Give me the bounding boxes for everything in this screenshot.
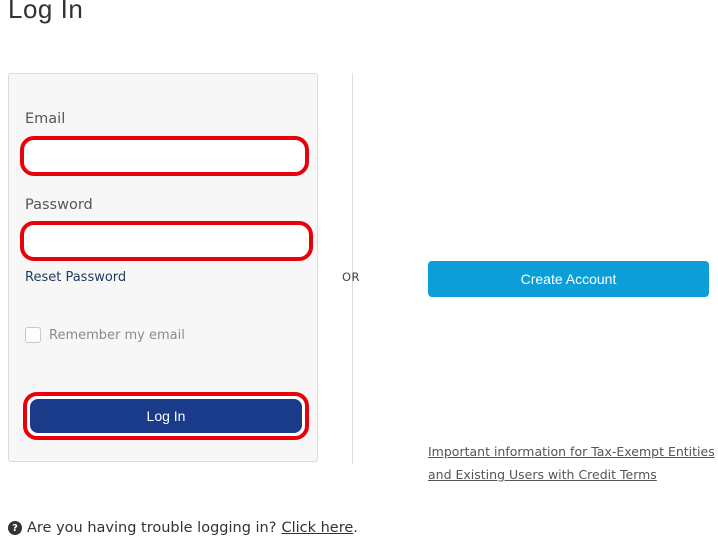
help-click-here-link[interactable]: Click here bbox=[281, 520, 353, 536]
email-input[interactable] bbox=[24, 140, 305, 172]
email-label: Email bbox=[25, 111, 66, 127]
login-help-text: Are you having trouble logging in? bbox=[27, 520, 277, 536]
create-account-button[interactable]: Create Account bbox=[428, 261, 709, 297]
question-circle-icon: ? bbox=[8, 521, 22, 535]
login-button-highlight: Log In bbox=[23, 392, 309, 440]
email-field-highlight bbox=[20, 136, 309, 176]
page-title: Log In bbox=[8, 0, 84, 24]
login-help-row: ? Are you having trouble logging in? Cli… bbox=[8, 520, 358, 536]
vertical-divider bbox=[352, 73, 353, 464]
login-button[interactable]: Log In bbox=[30, 399, 302, 433]
password-label: Password bbox=[25, 197, 93, 213]
tax-exempt-info-link[interactable]: Important information for Tax-Exempt Ent… bbox=[428, 440, 718, 486]
remember-email-label[interactable]: Remember my email bbox=[49, 328, 185, 343]
login-panel: Email Password Reset Password Remember m… bbox=[8, 73, 318, 462]
help-suffix: . bbox=[353, 520, 358, 536]
reset-password-link[interactable]: Reset Password bbox=[25, 270, 126, 285]
remember-email-row[interactable]: Remember my email bbox=[25, 327, 185, 343]
password-field-highlight bbox=[20, 221, 313, 261]
remember-email-checkbox[interactable] bbox=[25, 327, 41, 343]
password-input[interactable] bbox=[24, 225, 309, 257]
or-separator: OR bbox=[342, 270, 361, 284]
login-page: Log In Email Password Reset Password Rem… bbox=[0, 0, 718, 547]
